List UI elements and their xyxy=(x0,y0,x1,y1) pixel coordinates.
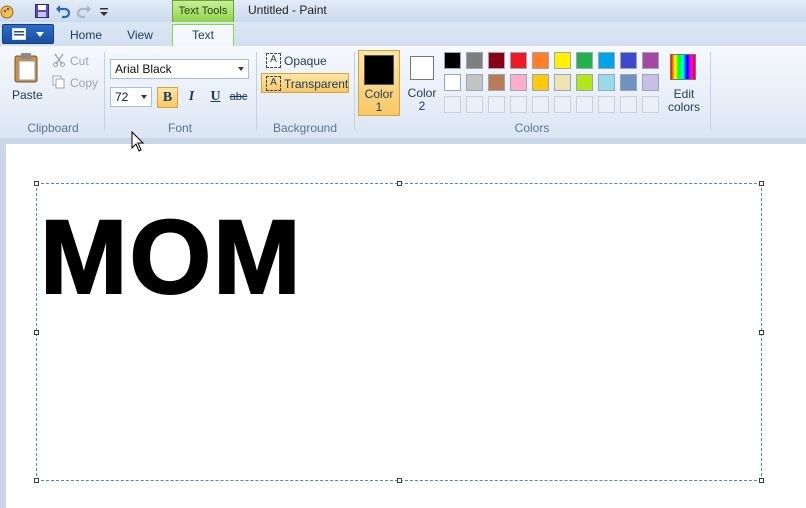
copy-icon xyxy=(52,75,65,89)
resize-handle-bottom-right[interactable] xyxy=(759,478,764,483)
color2-label-line2: 2 xyxy=(418,99,426,113)
strikethrough-button[interactable]: abc xyxy=(228,87,249,108)
paste-button[interactable]: Paste xyxy=(8,52,48,104)
font-size-dropdown[interactable]: 72 xyxy=(110,87,152,107)
palette-swatch[interactable] xyxy=(598,52,615,69)
font-family-value: Arial Black xyxy=(115,62,172,76)
tab-home[interactable]: Home xyxy=(64,24,108,46)
customize-qat-icon[interactable] xyxy=(96,3,112,19)
custom-color-slot[interactable] xyxy=(532,96,549,113)
palette-swatch[interactable] xyxy=(488,52,505,69)
palette-swatch[interactable] xyxy=(598,74,615,91)
underline-button[interactable]: U xyxy=(205,87,226,108)
opaque-icon: A xyxy=(266,53,281,68)
rainbow-icon xyxy=(670,54,696,80)
resize-handle-top[interactable] xyxy=(397,181,402,186)
resize-handle-top-right[interactable] xyxy=(759,181,764,186)
custom-color-slot[interactable] xyxy=(598,96,615,113)
color2-button[interactable]: Color 2 xyxy=(402,52,442,116)
undo-icon[interactable] xyxy=(55,3,71,19)
opaque-label: Opaque xyxy=(284,54,327,68)
tab-text[interactable]: Text xyxy=(172,24,234,47)
palette-swatch[interactable] xyxy=(444,74,461,91)
resize-handle-bottom[interactable] xyxy=(397,478,402,483)
opaque-button[interactable]: A Opaque xyxy=(262,51,342,71)
palette-swatch[interactable] xyxy=(576,74,593,91)
redo-icon[interactable] xyxy=(76,3,92,19)
cut-button[interactable]: Cut xyxy=(52,53,100,69)
palette-swatch[interactable] xyxy=(444,52,461,69)
palette-swatch[interactable] xyxy=(532,52,549,69)
cut-label: Cut xyxy=(70,54,89,68)
paint-app-icon[interactable] xyxy=(0,3,16,19)
canvas-text[interactable]: MOM xyxy=(39,198,303,318)
italic-button[interactable]: I xyxy=(181,87,202,108)
scissors-icon xyxy=(53,53,65,67)
tab-view[interactable]: View xyxy=(118,24,162,46)
text-tools-context-label: Text Tools xyxy=(172,0,234,22)
palette-swatch[interactable] xyxy=(466,52,483,69)
edit-colors-line2: colors xyxy=(667,100,700,114)
menu-icon xyxy=(12,28,26,40)
transparent-label: Transparent xyxy=(284,77,349,91)
palette-swatch[interactable] xyxy=(510,52,527,69)
paste-icon xyxy=(14,53,38,83)
palette-swatch[interactable] xyxy=(488,74,505,91)
color-palette xyxy=(444,52,664,116)
chevron-down-icon xyxy=(141,95,147,99)
title-bar xyxy=(0,0,806,23)
edit-colors-button[interactable]: Edit colors xyxy=(664,52,704,116)
palette-swatch[interactable] xyxy=(642,52,659,69)
group-divider xyxy=(256,52,257,130)
chevron-down-icon xyxy=(238,67,244,71)
transparent-icon: A xyxy=(266,76,281,91)
resize-handle-bottom-left[interactable] xyxy=(34,478,39,483)
colors-group-label: Colors xyxy=(514,121,550,135)
font-size-value: 72 xyxy=(115,90,129,104)
color1-button[interactable]: Color 1 xyxy=(358,50,400,116)
copy-label: Copy xyxy=(70,76,99,90)
background-group-label: Background xyxy=(272,121,338,135)
paste-label: Paste xyxy=(12,88,43,102)
bold-button[interactable]: B xyxy=(157,87,178,108)
palette-swatch[interactable] xyxy=(510,74,527,91)
custom-color-slot[interactable] xyxy=(488,96,505,113)
palette-swatch[interactable] xyxy=(532,74,549,91)
resize-handle-top-left[interactable] xyxy=(34,181,39,186)
custom-color-slot[interactable] xyxy=(466,96,483,113)
custom-color-slot[interactable] xyxy=(444,96,461,113)
custom-color-slot[interactable] xyxy=(554,96,571,113)
palette-swatch[interactable] xyxy=(554,52,571,69)
clipboard-group-label: Clipboard xyxy=(27,121,79,135)
color1-label-line2: 1 xyxy=(375,100,383,114)
group-divider xyxy=(354,52,355,130)
paint-menu-button[interactable] xyxy=(2,24,54,44)
mouse-pointer-icon xyxy=(131,131,145,152)
font-family-dropdown[interactable]: Arial Black xyxy=(110,59,249,79)
group-divider xyxy=(710,52,711,130)
custom-color-slot[interactable] xyxy=(620,96,637,113)
color1-swatch xyxy=(364,55,394,85)
custom-color-slot[interactable] xyxy=(642,96,659,113)
resize-handle-right[interactable] xyxy=(759,330,764,335)
custom-color-slot[interactable] xyxy=(510,96,527,113)
save-icon[interactable] xyxy=(34,3,50,19)
group-divider xyxy=(104,52,105,130)
palette-swatch[interactable] xyxy=(620,52,637,69)
chevron-down-icon xyxy=(36,32,44,37)
palette-swatch[interactable] xyxy=(620,74,637,91)
resize-handle-left[interactable] xyxy=(34,330,39,335)
color2-swatch xyxy=(410,56,434,80)
transparent-button[interactable]: A Transparent xyxy=(261,73,349,93)
palette-swatch[interactable] xyxy=(642,74,659,91)
window-title: Untitled - Paint xyxy=(248,3,327,17)
custom-color-slot[interactable] xyxy=(576,96,593,113)
copy-button[interactable]: Copy xyxy=(52,75,100,91)
palette-swatch[interactable] xyxy=(576,52,593,69)
palette-swatch[interactable] xyxy=(466,74,483,91)
palette-swatch[interactable] xyxy=(554,74,571,91)
